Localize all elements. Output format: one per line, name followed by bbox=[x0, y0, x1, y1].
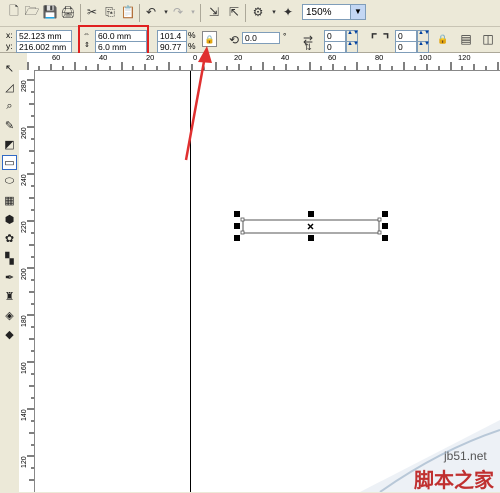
handle-bottom-left[interactable] bbox=[234, 235, 240, 241]
handle-bottom-center[interactable] bbox=[308, 235, 314, 241]
handle-bottom-right[interactable] bbox=[382, 235, 388, 241]
handle-middle-left[interactable] bbox=[234, 223, 240, 229]
handle-middle-right[interactable] bbox=[382, 223, 388, 229]
annotation-arrow bbox=[184, 46, 212, 161]
center-x-marker-icon bbox=[307, 223, 314, 230]
handle-top-left[interactable] bbox=[234, 211, 240, 217]
handle-top-center[interactable] bbox=[308, 211, 314, 217]
handle-top-right[interactable] bbox=[382, 211, 388, 217]
selection-overlay bbox=[184, 46, 388, 241]
